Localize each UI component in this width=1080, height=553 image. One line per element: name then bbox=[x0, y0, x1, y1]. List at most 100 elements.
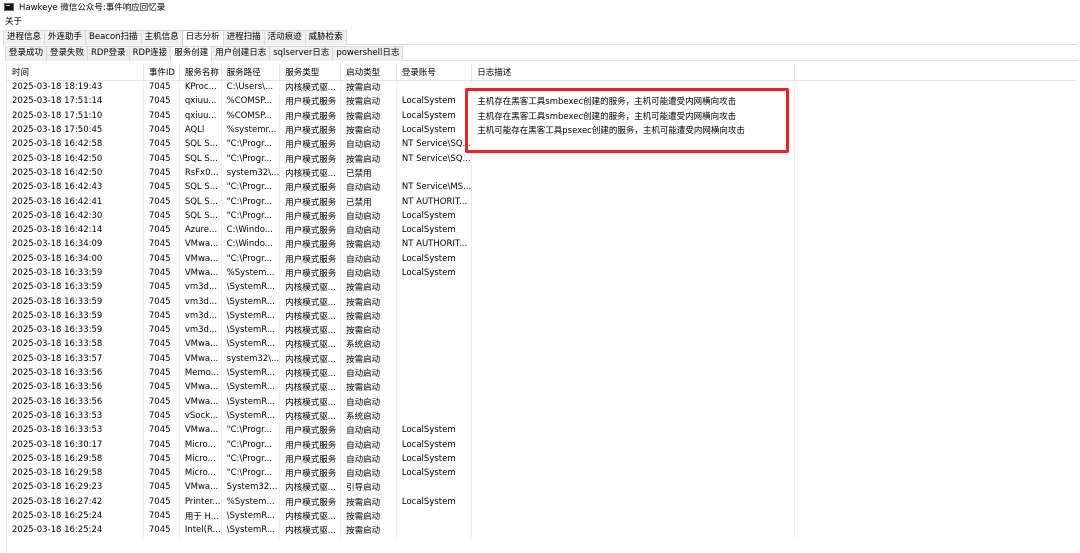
table-row[interactable]: 2025-03-18 16:25:24 7045 用于 H... \SystemR..… bbox=[7, 508, 1076, 524]
table-cell bbox=[396, 408, 473, 424]
tab-main-7[interactable]: 威胁检索 bbox=[304, 30, 347, 45]
row-filler bbox=[794, 280, 1076, 294]
table-row[interactable]: 2025-03-18 16:42:50 7045 SQL S... "C:\Progr… bbox=[7, 151, 1076, 166]
table-row[interactable]: 2025-03-18 17:51:10 7045 qxiuu... %COMSP...… bbox=[7, 108, 1076, 123]
column-header[interactable]: 事件ID bbox=[143, 64, 180, 81]
table-cell bbox=[471, 151, 795, 166]
table-row[interactable]: 2025-03-18 16:42:50 7045 RsFx0... system32\… bbox=[7, 165, 1076, 181]
tab-main-1[interactable]: 外连助手 bbox=[44, 30, 87, 45]
table-cell bbox=[471, 194, 795, 209]
table-cell: 按需启动 bbox=[340, 494, 397, 509]
table-row[interactable]: 2025-03-18 18:19:43 7045 KProc... C:\Users\… bbox=[7, 80, 1076, 95]
table-row[interactable]: 2025-03-18 16:42:14 7045 Azure... C:\Windo.… bbox=[7, 222, 1076, 238]
tab-main-2[interactable]: Beacon扫描 bbox=[85, 30, 142, 45]
table-row[interactable]: 2025-03-18 16:33:59 7045 vm3d... \SystemR..… bbox=[7, 323, 1076, 338]
column-header[interactable]: 服务路径 bbox=[221, 64, 281, 81]
table-cell: vm3d... bbox=[179, 323, 222, 338]
tab-sub-2[interactable]: RDP登录 bbox=[87, 46, 130, 61]
table-cell: LocalSystem bbox=[396, 251, 473, 266]
table-row[interactable]: 2025-03-18 16:30:17 7045 Micro... "C:\Progr… bbox=[7, 437, 1076, 452]
tab-sub-4[interactable]: 服务创建 bbox=[170, 46, 213, 62]
table-cell: 内核模式驱... bbox=[279, 480, 342, 495]
table-cell: NT AUTHORIT... bbox=[396, 237, 473, 252]
table-cell: 用户模式服务 bbox=[279, 151, 342, 166]
tab-sub-1[interactable]: 登录失败 bbox=[46, 46, 89, 61]
row-filler bbox=[794, 94, 1076, 108]
table-row[interactable]: 2025-03-18 16:33:53 7045 vSock... \SystemR.… bbox=[7, 408, 1076, 424]
table-cell: LocalSystem bbox=[396, 494, 473, 509]
table-cell bbox=[471, 351, 795, 366]
table-row[interactable]: 2025-03-18 16:29:23 7045 VMwa... System32..… bbox=[7, 480, 1076, 495]
table-cell: Azure... bbox=[179, 222, 222, 238]
table-row[interactable]: 2025-03-18 16:34:00 7045 VMwa... "C:\Progr.… bbox=[7, 251, 1076, 266]
column-header[interactable]: 登录账号 bbox=[396, 64, 473, 81]
table-cell: 用户模式服务 bbox=[279, 451, 342, 467]
table-row[interactable]: 2025-03-18 16:27:42 7045 Printer... %System… bbox=[7, 494, 1076, 509]
table-cell: VMwa... bbox=[179, 337, 222, 352]
table-cell: 用户模式服务 bbox=[279, 466, 342, 481]
table-cell: 按需启动 bbox=[340, 237, 397, 252]
table-cell: 7045 bbox=[143, 222, 180, 238]
table-cell: 7045 bbox=[143, 251, 180, 266]
tab-sub-6[interactable]: sqlserver日志 bbox=[269, 46, 334, 61]
menu-about[interactable]: 关于 bbox=[5, 15, 22, 27]
tab-sub-7[interactable]: powershell日志 bbox=[332, 46, 404, 61]
table-cell: 内核模式驱... bbox=[279, 380, 342, 395]
table-row[interactable]: 2025-03-18 16:33:57 7045 VMwa... system32\.… bbox=[7, 351, 1076, 366]
table-row[interactable]: 2025-03-18 16:33:59 7045 vm3d... \SystemR..… bbox=[7, 308, 1076, 324]
tab-sub-0[interactable]: 登录成功 bbox=[5, 46, 48, 61]
table-cell: qxiuu... bbox=[179, 108, 222, 123]
table-cell: SQL S... bbox=[179, 151, 222, 166]
row-filler bbox=[794, 337, 1076, 351]
table-cell bbox=[396, 523, 473, 538]
table-cell: System32... bbox=[221, 480, 281, 495]
table-row[interactable]: 2025-03-18 16:33:59 7045 VMwa... %System...… bbox=[7, 265, 1076, 281]
table-row[interactable]: 2025-03-18 16:42:30 7045 SQL S... "C:\Progr… bbox=[7, 208, 1076, 223]
tab-main-0[interactable]: 进程信息 bbox=[3, 30, 46, 45]
table-cell: 7045 bbox=[143, 94, 180, 109]
table-cell: 2025-03-18 16:42:43 bbox=[7, 180, 144, 195]
table-row[interactable]: 2025-03-18 16:25:24 7045 Intel(R... \System… bbox=[7, 523, 1076, 538]
column-header[interactable]: 时间 bbox=[7, 64, 144, 81]
table-row[interactable]: 2025-03-18 16:33:56 7045 Memo... \SystemR..… bbox=[7, 365, 1076, 381]
column-header[interactable]: 启动类型 bbox=[340, 64, 397, 81]
table-row[interactable]: 2025-03-18 16:29:58 7045 Micro... "C:\Progr… bbox=[7, 466, 1076, 481]
table-cell: 用户模式服务 bbox=[279, 180, 342, 195]
table-cell: 按需启动 bbox=[340, 523, 397, 538]
column-header[interactable]: 日志描述 bbox=[471, 64, 795, 81]
table-cell: LocalSystem bbox=[396, 451, 473, 467]
tab-main-6[interactable]: 活动痕迹 bbox=[263, 30, 306, 45]
table-row[interactable]: 2025-03-18 16:42:58 7045 SQL S... "C:\Progr… bbox=[7, 137, 1076, 152]
service-log-grid[interactable]: 时间 事件ID 服务名称 服务路径 服务类型 启动类型 登录账号 日志描述 2025-03-1… bbox=[6, 64, 1076, 553]
table-row[interactable]: 2025-03-18 16:34:09 7045 VMwa... C:\Windo..… bbox=[7, 237, 1076, 252]
table-cell: \SystemR... bbox=[221, 365, 281, 381]
table-cell bbox=[471, 137, 795, 152]
table-row[interactable]: 2025-03-18 16:33:53 7045 VMwa... "C:\Progr.… bbox=[7, 423, 1076, 438]
table-row[interactable]: 2025-03-18 16:33:56 7045 VMwa... \SystemR..… bbox=[7, 380, 1076, 395]
tab-main-4[interactable]: 日志分析 bbox=[181, 30, 224, 46]
table-cell bbox=[471, 423, 795, 438]
table-row[interactable]: 2025-03-18 16:42:43 7045 SQL S... "C:\Progr… bbox=[7, 180, 1076, 195]
column-header[interactable]: 服务类型 bbox=[279, 64, 342, 81]
table-cell: "C:\Progr... bbox=[221, 208, 281, 223]
table-row[interactable]: 2025-03-18 16:29:58 7045 Micro... "C:\Progr… bbox=[7, 451, 1076, 467]
row-filler bbox=[794, 395, 1076, 409]
table-cell: 用户模式服务 bbox=[279, 237, 342, 252]
column-header[interactable]: 服务名称 bbox=[179, 64, 222, 81]
table-row[interactable]: 2025-03-18 16:33:56 7045 VMwa... \SystemR..… bbox=[7, 394, 1076, 409]
row-filler bbox=[794, 209, 1076, 223]
table-row[interactable]: 2025-03-18 16:33:58 7045 VMwa... \SystemR..… bbox=[7, 337, 1076, 352]
table-row[interactable]: 2025-03-18 17:50:45 7045 AQLl %systemr... 用户… bbox=[7, 122, 1076, 138]
tab-sub-3[interactable]: RDP连接 bbox=[128, 46, 172, 61]
table-cell: 2025-03-18 16:34:09 bbox=[7, 237, 144, 252]
table-row[interactable]: 2025-03-18 16:33:59 7045 vm3d... \SystemR..… bbox=[7, 280, 1076, 295]
tab-sub-5[interactable]: 用户创建日志 bbox=[211, 46, 271, 61]
table-cell: "C:\Progr... bbox=[221, 466, 281, 481]
table-cell: 内核模式驱... bbox=[279, 351, 342, 366]
table-row[interactable]: 2025-03-18 16:33:59 7045 vm3d... \SystemR..… bbox=[7, 294, 1076, 309]
table-cell bbox=[471, 365, 795, 381]
table-row[interactable]: 2025-03-18 16:42:41 7045 SQL S... "C:\Progr… bbox=[7, 194, 1076, 209]
table-row[interactable]: 2025-03-18 17:51:14 7045 qxiuu... %COMSP...… bbox=[7, 94, 1076, 109]
tab-main-3[interactable]: 主机信息 bbox=[140, 30, 183, 45]
tab-main-5[interactable]: 进程扫描 bbox=[222, 30, 265, 45]
